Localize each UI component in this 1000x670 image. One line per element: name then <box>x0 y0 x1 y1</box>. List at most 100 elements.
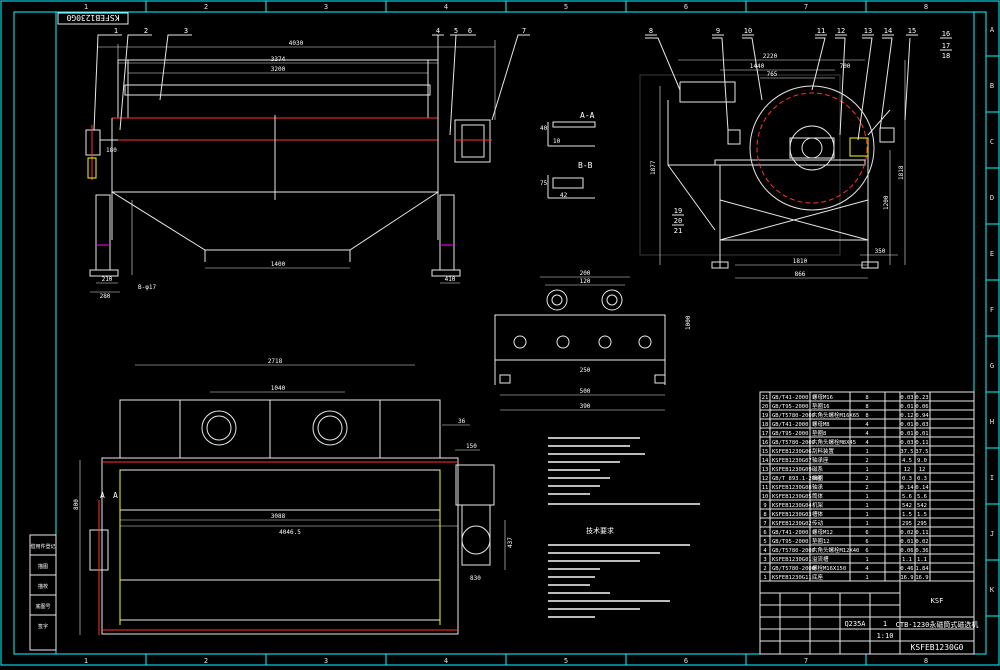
column-label: 8 <box>924 3 928 11</box>
parts-cell-name: 底座 <box>812 573 824 581</box>
svg-text:437: 437 <box>507 537 514 548</box>
parts-cell-code: KSFEB1230G08 <box>772 485 812 491</box>
svg-text:500: 500 <box>580 388 591 395</box>
column-label: 3 <box>324 3 328 11</box>
plan-view <box>79 364 506 635</box>
parts-cell-w2: 0.02 <box>915 539 928 545</box>
column-label: 8 <box>924 657 928 665</box>
parts-cell-qty: 4 <box>865 431 869 437</box>
parts-cell-name: 六角头螺栓M16X65 <box>812 411 859 419</box>
balloon-stacks: 16 17 18 19 20 21 <box>672 30 952 235</box>
balloon-label: 8 <box>649 27 653 35</box>
drawing-number: KSFEB1230G0 <box>911 643 964 652</box>
parts-cell-w2: 0.11 <box>915 440 928 446</box>
parts-cell-qty: 8 <box>865 395 868 401</box>
parts-cell-qty: 1 <box>865 494 868 500</box>
row-label: K <box>990 586 995 594</box>
svg-text:3088: 3088 <box>271 513 286 520</box>
parts-cell-w2: 0.11 <box>915 530 928 536</box>
section-bb-label: B-B <box>578 161 593 170</box>
svg-text:底图号: 底图号 <box>35 603 50 610</box>
parts-cell-qty: 4 <box>865 422 869 428</box>
parts-cell-w1: 37.5 <box>900 449 913 455</box>
parts-cell-name: 垫圈8 <box>812 429 826 437</box>
svg-text:280: 280 <box>100 293 111 300</box>
parts-cell-no: 16 <box>762 440 769 446</box>
parts-cell-qty: 2 <box>865 458 868 464</box>
parts-cell-no: 13 <box>762 467 769 473</box>
balloon-label: 13 <box>864 27 872 35</box>
column-label: 6 <box>684 3 688 11</box>
parts-cell-name: 六角头螺栓M8X45 <box>812 438 856 446</box>
parts-cell-code: KSFEB1230G07 <box>772 458 812 464</box>
parts-cell-qty: 2 <box>865 485 868 491</box>
svg-text:410: 410 <box>445 276 456 283</box>
parts-cell-qty: 4 <box>865 440 869 446</box>
column-label: 2 <box>204 657 208 665</box>
parts-cell-w1: 1.5 <box>902 512 912 518</box>
row-label: G <box>990 362 994 370</box>
column-markers <box>145 1 867 665</box>
parts-cell-w1: 0.03 <box>900 440 913 446</box>
row-label: H <box>990 418 994 426</box>
balloon-label: 7 <box>522 27 526 35</box>
svg-text:800: 800 <box>73 499 80 510</box>
parts-cell-code: KSFEB1230G03 <box>772 512 812 518</box>
parts-cell-no: 17 <box>762 431 769 437</box>
svg-text:40: 40 <box>540 125 548 132</box>
column-label: 6 <box>684 657 688 665</box>
parts-cell-name: 挡圈 <box>812 474 824 482</box>
row-label: E <box>990 250 994 258</box>
balloon-label: 14 <box>884 27 892 35</box>
svg-text:1810: 1810 <box>793 258 808 265</box>
svg-text:350: 350 <box>875 248 886 255</box>
parts-cell-no: 12 <box>762 476 769 482</box>
svg-text:830: 830 <box>470 575 481 582</box>
parts-cell-qty: 1 <box>865 557 868 563</box>
parts-cell-code: GB/T41-2000 <box>772 422 808 428</box>
parts-cell-name: 垫圈16 <box>812 402 830 410</box>
parts-cell-w1: 0.12 <box>900 413 913 419</box>
parts-cell-name: 刮料装置 <box>812 447 835 455</box>
svg-text:250: 250 <box>580 367 591 374</box>
parts-cell-w1: 5.6 <box>902 494 912 500</box>
parts-cell-no: 15 <box>762 449 769 455</box>
balloons-side-view: 8 9 10 11 12 13 14 15 <box>645 27 918 36</box>
svg-text:20: 20 <box>674 217 682 225</box>
svg-text:1400: 1400 <box>271 261 286 268</box>
parts-cell-qty: 1 <box>865 467 868 473</box>
parts-cell-w2: 0.23 <box>915 395 928 401</box>
balloon-label: 3 <box>184 27 188 35</box>
svg-text:2718: 2718 <box>268 358 283 365</box>
cad-drawing-sheet: 12345678 12345678 ABCDEFGHIJK KSFEB1230G… <box>0 0 1000 666</box>
parts-cell-w1: 542 <box>902 503 912 509</box>
balloon-label: 12 <box>837 27 845 35</box>
parts-cell-no: 21 <box>762 395 769 401</box>
svg-text:21: 21 <box>674 227 682 235</box>
parts-cell-name: 螺栓M16X150 <box>812 564 846 572</box>
svg-text:42: 42 <box>560 192 568 199</box>
row-label: A <box>990 26 995 34</box>
svg-text:1:10: 1:10 <box>877 632 894 640</box>
column-label: 4 <box>444 657 448 665</box>
svg-text:210: 210 <box>102 276 113 283</box>
parts-cell-w2: 1.1 <box>917 557 927 563</box>
parts-cell-name: 垫圈12 <box>812 537 830 545</box>
balloon-label: 1 <box>114 27 118 35</box>
flange-dimensions: 120 200 250 500 390 1000 <box>580 270 692 410</box>
row-label: J <box>990 530 994 538</box>
parts-cell-code: GB/T5780-2000 <box>772 413 815 419</box>
svg-text:KSF: KSF <box>931 597 944 605</box>
drawing-canvas: 12345678 12345678 ABCDEFGHIJK KSFEB1230G… <box>0 0 1000 666</box>
parts-cell-no: 19 <box>762 413 769 419</box>
parts-cell-code: GB/T95-2000 <box>772 404 808 410</box>
row-label: D <box>990 194 994 202</box>
svg-text:1200: 1200 <box>883 195 890 210</box>
parts-cell-code: KSFEB1230G11 <box>772 575 812 581</box>
parts-cell-w1: 295 <box>902 521 912 527</box>
parts-cell-w1: 0.01 <box>900 431 913 437</box>
parts-cell-name: 螺母M16 <box>812 393 833 401</box>
column-label: 2 <box>204 3 208 11</box>
svg-text:1877: 1877 <box>650 160 657 175</box>
column-label: 1 <box>84 3 88 11</box>
